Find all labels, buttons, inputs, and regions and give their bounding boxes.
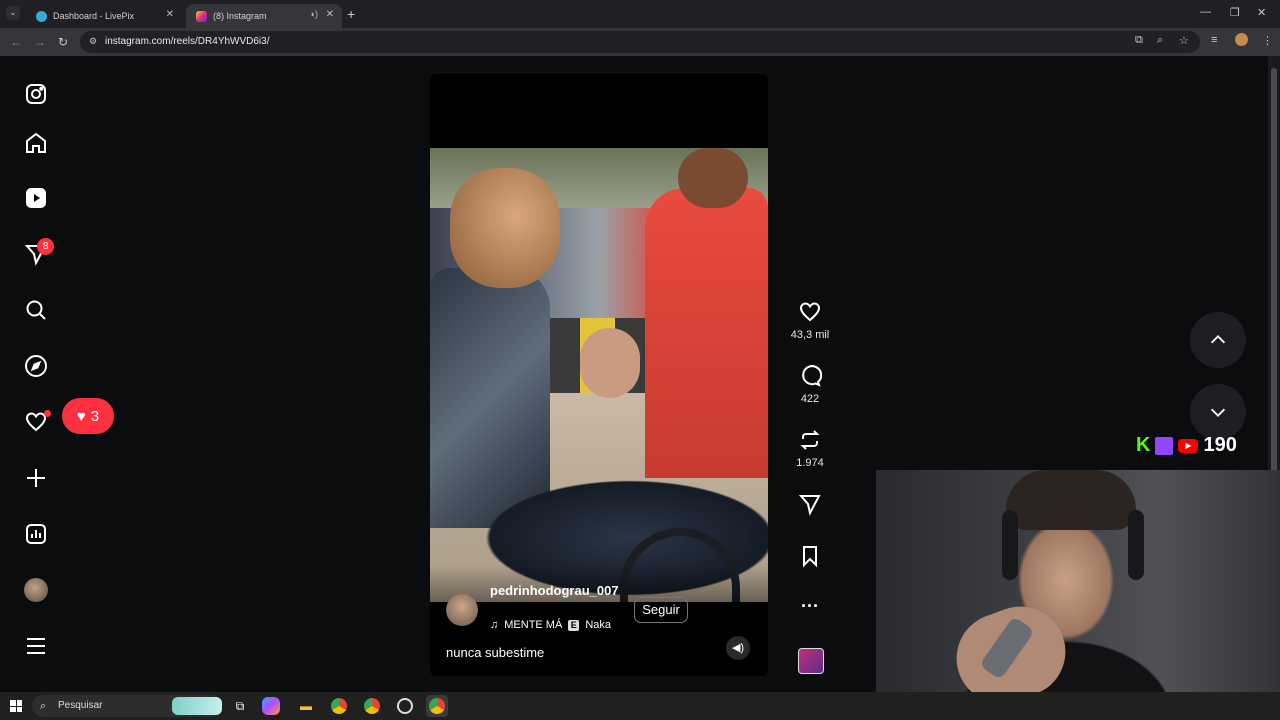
explore-icon[interactable] [22,352,50,380]
music-info[interactable]: ♫ MENTE MÁ E Naka [490,619,611,631]
more-menu-icon[interactable] [22,632,50,660]
youtube-icon: ▶ [1178,438,1199,453]
tab-title: Dashboard - LivePix [53,11,135,21]
zoom-icon[interactable]: ⌕ [1157,34,1163,47]
notification-dot [44,410,51,417]
previous-reel-button[interactable] [1190,312,1246,368]
webcam-overlay [876,470,1280,720]
create-icon[interactable] [22,464,50,492]
reposts-count: 1.974 [796,457,824,469]
site-info-icon[interactable]: ⚙ [89,36,97,47]
save-button[interactable] [786,544,834,568]
repost-button[interactable]: 1.974 [786,428,834,469]
browser-menu-icon[interactable]: ⋮ [1262,34,1273,47]
search-icon[interactable] [22,296,50,324]
bookmark-star-icon[interactable]: ☆ [1179,34,1189,47]
tab-instagram[interactable]: (8) Instagram ◖) ✕ [186,4,342,28]
windows-taskbar: ⌕ Pesquisar ⧉ ▬ [0,692,1280,720]
file-explorer-icon[interactable]: ▬ [295,695,317,717]
comments-count: 422 [800,393,820,405]
instagram-logo-icon[interactable] [22,80,50,108]
person-right-head-image [678,148,748,208]
author-name[interactable]: pedrinhodograu_007 [490,583,620,599]
speaker-icon[interactable]: ◖) [310,9,318,19]
explicit-badge: E [568,619,580,631]
back-icon[interactable]: ← [10,35,22,49]
follow-button[interactable]: Seguir [634,597,688,623]
livepix-favicon-icon [36,10,47,22]
chrome-icon[interactable] [361,695,383,717]
heart-outline-icon [799,302,821,322]
copilot-icon[interactable] [262,697,280,715]
share-button[interactable] [786,492,834,516]
install-app-icon[interactable]: ⧉ [1135,34,1143,47]
forward-icon[interactable]: → [34,35,46,49]
search-placeholder: Pesquisar [58,700,103,711]
messages-badge: 8 [37,238,54,255]
reading-list-icon[interactable]: ≡ [1211,34,1217,46]
music-artist: Naka [585,619,611,631]
profile-avatar[interactable] [1235,33,1248,46]
task-view-icon[interactable]: ⧉ [229,695,251,717]
reload-icon[interactable]: ↻ [58,35,68,49]
tab-title: (8) Instagram [213,11,267,21]
heart-icon: ♥ [76,407,86,425]
restore-button[interactable]: ❐ [1230,6,1240,19]
url-text: instagram.com/reels/DR4YhWVD6i3/ [105,36,270,47]
viewer-count: 190 [1203,434,1237,456]
send-icon [798,495,821,516]
close-tab-icon[interactable]: ✕ [326,9,334,20]
new-tab-button[interactable]: + [347,6,355,22]
repost-icon [800,430,820,450]
webcam-hair-image [1006,470,1136,530]
tab-livepix[interactable]: Dashboard - LivePix ✕ [26,4,182,28]
reel-caption: nunca subestime [446,645,545,660]
notifications-popup[interactable]: ♥ 3 [62,398,114,434]
person-left-head-image [450,168,560,288]
home-icon[interactable] [22,129,50,157]
browser-toolbar: ← → ↻ ⚙ instagram.com/reels/DR4YhWVD6i3/ [0,28,1280,56]
volume-icon[interactable]: ◀) [726,636,750,660]
notifications-count: 3 [90,407,100,425]
chrome-active-icon[interactable] [426,695,448,717]
hand-image [580,328,640,398]
search-icon: ⌕ [40,700,47,712]
profile-avatar[interactable] [22,576,50,604]
chevron-down-icon [1210,408,1226,417]
kick-icon: K [1136,434,1151,456]
reel-player[interactable]: pedrinhodograu_007 Seguir ♫ MENTE MÁ E N… [430,74,768,676]
music-note-icon: ♫ [490,619,499,631]
reels-icon[interactable] [22,184,50,212]
author-avatar[interactable] [446,594,478,626]
next-reel-button[interactable] [1190,384,1246,440]
comment-button[interactable]: 422 [786,364,834,405]
headset-image [1128,510,1144,580]
audio-thumbnail[interactable] [798,648,824,674]
comment-icon [802,365,822,387]
close-tab-icon[interactable]: ✕ [166,9,174,20]
more-options-icon[interactable]: ··· [786,596,834,617]
likes-count: 43,3 mil [790,329,830,341]
minimize-button[interactable]: — [1200,6,1211,18]
reel-video[interactable] [430,148,768,602]
twitch-icon [1155,436,1174,455]
windows-start-icon[interactable] [10,700,22,712]
tab-search-button[interactable]: ⌄ [6,6,20,20]
address-bar[interactable]: ⚙ instagram.com/reels/DR4YhWVD6i3/ [80,31,1200,53]
instagram-favicon-icon [196,10,207,22]
dashboard-icon[interactable] [22,520,50,548]
person-right-image [645,188,768,478]
browser-tab-strip: ⌄ Dashboard - LivePix ✕ (8) Instagram ◖)… [0,0,1280,28]
app-icon[interactable] [394,695,416,717]
close-window-button[interactable]: ✕ [1257,6,1266,19]
stream-viewer-counter: K ▶ 190 [1136,434,1237,457]
taskbar-widget-image[interactable] [172,697,222,715]
bookmark-icon [803,546,817,568]
music-title: MENTE MÁ [504,619,563,631]
like-button[interactable]: 43,3 mil [786,300,834,341]
chevron-up-icon [1210,335,1226,344]
headset-image [1002,510,1018,580]
chrome-profile-icon[interactable] [328,695,350,717]
